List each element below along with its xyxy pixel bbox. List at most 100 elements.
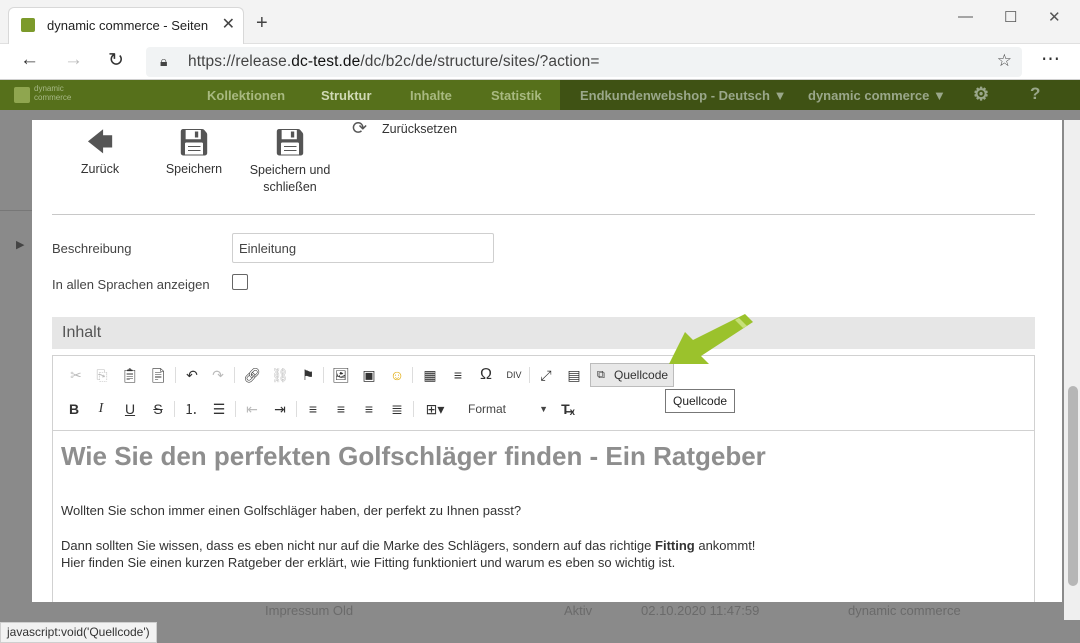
source-code-button[interactable]: ⧉ Quellcode — [590, 363, 674, 387]
all-languages-checkbox[interactable] — [232, 274, 248, 290]
align-left-icon[interactable]: ≡ — [302, 398, 324, 420]
paragraph-format-icon[interactable]: ⊞▾ — [420, 398, 450, 420]
shop-selector[interactable]: Endkundenwebshop - Deutsch ▼ — [580, 88, 786, 103]
bulleted-list-icon[interactable]: ☰ — [208, 398, 230, 420]
nav-kollektionen[interactable]: Kollektionen — [207, 88, 285, 103]
show-blocks-icon[interactable]: ▤ — [563, 364, 585, 386]
dc-favicon-icon — [21, 18, 35, 32]
back-button[interactable]: 🡄 Zurück — [76, 122, 124, 176]
arrow-left-icon: 🡄 — [86, 127, 114, 157]
url-field[interactable]: 🔒︎ https://release.dc-test.de/dc/b2c/de/… — [146, 47, 1022, 77]
tab-close-icon[interactable]: ✕ — [222, 14, 235, 34]
favorite-star-icon[interactable]: ☆ — [997, 51, 1012, 71]
reset-label: Zurücksetzen — [382, 122, 458, 136]
scrollbar-thumb[interactable] — [1068, 386, 1078, 586]
bg-row-status: Aktiv — [564, 603, 593, 618]
app-header-nav-area: dynamic commerce Kollektionen Struktur I… — [0, 80, 560, 110]
unlink-icon[interactable]: ⛓ — [269, 364, 291, 386]
app-header: dynamic commerce Kollektionen Struktur I… — [0, 80, 1080, 110]
source-code-icon: ⧉ — [597, 369, 605, 381]
maximize-icon[interactable]: ⤢ — [535, 364, 557, 386]
justify-icon[interactable]: ≣ — [386, 398, 408, 420]
toolbar-separator — [234, 367, 235, 383]
align-center-icon[interactable]: ≡ — [330, 398, 352, 420]
cut-icon[interactable]: ✂ — [65, 364, 87, 386]
fitting-bold-text: Fitting — [655, 538, 695, 553]
dc-logo-icon — [14, 87, 30, 103]
align-right-icon[interactable]: ≡ — [358, 398, 380, 420]
chevron-down-icon: ▼ — [539, 404, 548, 414]
toolbar-separator — [296, 401, 297, 417]
reset-icon: ⟳ — [352, 120, 368, 138]
link-icon[interactable]: 🔗︎ — [241, 364, 263, 386]
toolbar-separator — [529, 367, 530, 383]
forward-arrow-icon[interactable]: → — [64, 49, 83, 71]
numbered-list-icon[interactable]: ⒈ — [180, 398, 202, 420]
indent-icon[interactable]: ⇥ — [269, 398, 291, 420]
toolbar-separator — [235, 401, 236, 417]
nav-statistik[interactable]: Statistik — [491, 88, 542, 103]
back-label: Zurück — [80, 162, 120, 176]
edit-dialog: 🡄 Zurück 💾︎ Speichern 💾︎ Speichern und s… — [32, 120, 1062, 602]
toolbar-separator — [174, 401, 175, 417]
italic-icon[interactable]: I — [90, 398, 112, 420]
toolbar-separator — [323, 367, 324, 383]
reload-icon[interactable]: ↻ — [108, 49, 124, 72]
save-button[interactable]: 💾︎ Speichern — [162, 122, 226, 176]
help-icon[interactable]: ? — [1030, 84, 1040, 104]
source-code-tooltip: Quellcode — [665, 389, 736, 413]
minimize-button[interactable]: — — [958, 8, 973, 25]
content-paragraph-2: Dann sollten Sie wissen, dass es eben ni… — [61, 538, 756, 553]
editor-content-area[interactable]: Wie Sie den perfekten Golfschläger finde… — [61, 441, 1021, 571]
tab-title: dynamic commerce - Seiten — [47, 18, 209, 33]
page-scrollbar[interactable] — [1064, 120, 1080, 620]
more-menu-icon[interactable]: ⋯ — [1041, 48, 1060, 71]
save-close-label: Speichern und schließen — [249, 163, 331, 194]
user-menu[interactable]: dynamic commerce ▼ — [808, 88, 946, 103]
editor-toolbar: ✂ ⎘ 📋︎ 📄︎ ↶ ↷ 🔗︎ ⛓ ⚑ 🖼︎ ▣ ☺ ▦ ≡ Ω DIV ⤢ … — [53, 356, 1034, 431]
horizontal-line-icon[interactable]: ≡ — [447, 364, 469, 386]
bold-icon[interactable]: B — [63, 398, 85, 420]
save-close-button[interactable]: 💾︎ Speichern und schließen — [244, 122, 336, 196]
media-icon[interactable]: ▣ — [358, 364, 380, 386]
toolbar-separator — [413, 401, 414, 417]
window-close-button[interactable]: ✕ — [1048, 8, 1061, 26]
toolbar-divider — [52, 214, 1035, 215]
toolbar-separator — [412, 367, 413, 383]
bg-row-owner: dynamic commerce — [848, 603, 961, 618]
browser-tab[interactable]: dynamic commerce - Seiten ✕ — [8, 7, 244, 44]
browser-address-bar: ← → ↻ 🔒︎ https://release.dc-test.de/dc/b… — [0, 44, 1080, 80]
paste-text-icon[interactable]: 📄︎ — [147, 364, 169, 386]
status-bar: javascript:void('Quellcode') — [0, 622, 157, 643]
format-dropdown[interactable]: Format ▼ — [458, 398, 550, 420]
all-languages-label: In allen Sprachen anzeigen — [52, 277, 210, 292]
floppy-disk-icon: 💾︎ — [273, 127, 307, 157]
gear-icon[interactable]: ⚙ — [973, 84, 989, 105]
copy-icon[interactable]: ⎘ — [91, 364, 113, 386]
save-label: Speichern — [165, 162, 223, 176]
description-input[interactable] — [232, 233, 494, 263]
maximize-button[interactable]: ☐ — [1004, 8, 1017, 26]
undo-icon[interactable]: ↶ — [181, 364, 203, 386]
nav-struktur[interactable]: Struktur — [321, 88, 372, 103]
special-char-omega-icon[interactable]: Ω — [475, 364, 497, 386]
new-tab-button[interactable]: + — [256, 12, 268, 35]
outdent-icon[interactable]: ⇤ — [241, 398, 263, 420]
table-icon[interactable]: ▦ — [419, 364, 441, 386]
nav-inhalte[interactable]: Inhalte — [410, 88, 452, 103]
emoji-icon[interactable]: ☺ — [386, 364, 408, 386]
anchor-flag-icon[interactable]: ⚑ — [297, 364, 319, 386]
redo-icon[interactable]: ↷ — [207, 364, 229, 386]
paste-icon[interactable]: 📋︎ — [119, 364, 141, 386]
rich-text-editor: ✂ ⎘ 📋︎ 📄︎ ↶ ↷ 🔗︎ ⛓ ⚑ 🖼︎ ▣ ☺ ▦ ≡ Ω DIV ⤢ … — [52, 355, 1035, 602]
toolbar-separator — [175, 367, 176, 383]
div-container-icon[interactable]: DIV — [503, 364, 525, 386]
expand-arrow-icon: ▶ — [16, 239, 25, 251]
remove-format-icon[interactable]: T̶ₓ — [557, 398, 579, 420]
underline-icon[interactable]: U — [119, 398, 141, 420]
image-icon[interactable]: 🖼︎ — [330, 364, 352, 386]
back-arrow-icon[interactable]: ← — [20, 49, 39, 71]
content-heading: Wie Sie den perfekten Golfschläger finde… — [61, 441, 766, 471]
bg-row-name: Impressum Old — [265, 603, 354, 618]
strikethrough-icon[interactable]: S — [147, 398, 169, 420]
